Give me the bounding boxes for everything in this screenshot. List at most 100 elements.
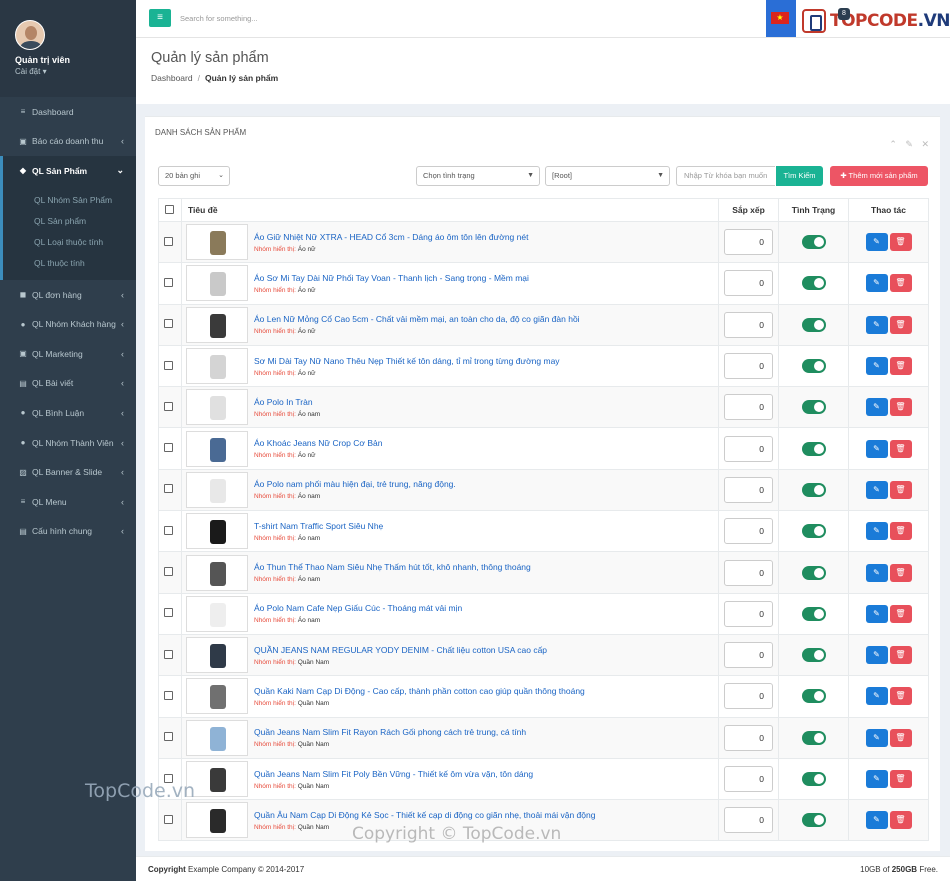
status-toggle[interactable] (801, 772, 826, 786)
edit-button[interactable]: ✎ (865, 398, 888, 417)
row-checkbox[interactable] (164, 608, 173, 618)
status-toggle[interactable] (801, 648, 826, 663)
status-toggle[interactable] (801, 565, 826, 580)
product-name-link[interactable]: Áo Polo In Tràn (254, 397, 320, 407)
row-checkbox[interactable] (164, 814, 173, 824)
edit-button[interactable]: ✎ (865, 522, 888, 541)
product-name-link[interactable]: Quần Kaki Nam Cạp Di Động - Cao cấp, thà… (254, 686, 585, 696)
status-select[interactable]: Chọn tình trạng ▼ (416, 166, 540, 186)
product-name-link[interactable]: Áo Khoác Jeans Nữ Crop Cơ Bản (254, 438, 382, 448)
product-thumbnail[interactable] (186, 430, 248, 467)
product-name-link[interactable]: Quần Âu Nam Cạp Di Động Kẻ Sọc - Thiết k… (254, 810, 595, 820)
delete-button[interactable]: 🗑 (889, 728, 912, 747)
sidebar-item[interactable]: ▣ Báo cáo doanh thu ‹ (0, 127, 136, 157)
product-name-link[interactable]: Áo Polo nam phối màu hiện đại, trẻ trung… (254, 479, 456, 489)
page-size-select[interactable]: 20 bản ghi ⌄ (158, 166, 230, 186)
sidebar-item[interactable]: ● QL Bình Luận ‹ (0, 398, 136, 428)
edit-button[interactable]: ✎ (865, 439, 888, 458)
row-checkbox[interactable] (164, 567, 173, 577)
product-thumbnail[interactable] (186, 224, 248, 261)
delete-button[interactable]: 🗑 (889, 770, 912, 788)
sidebar-item[interactable]: ◼ QL đơn hàng ‹ (0, 280, 136, 310)
product-name-link[interactable]: Quần Jeans Nam Slim Fit Rayon Rách Gối p… (254, 727, 526, 737)
delete-button[interactable]: 🗑 (889, 315, 912, 334)
sidebar-item[interactable]: ≡ QL Menu ‹ (0, 487, 136, 517)
status-toggle[interactable] (801, 689, 826, 704)
row-checkbox[interactable] (164, 732, 173, 742)
edit-button[interactable]: ✎ (865, 315, 888, 334)
column-order[interactable]: Sắp xếp (718, 198, 779, 222)
product-name-link[interactable]: QUẦN JEANS NAM REGULAR YODY DENIM - Chất… (254, 645, 547, 655)
user-settings-dropdown[interactable]: Cài đặt ▾ (15, 67, 136, 76)
edit-button[interactable]: ✎ (865, 728, 888, 747)
language-flag-button[interactable]: ★ (766, 0, 796, 37)
row-checkbox[interactable] (164, 360, 173, 370)
order-input[interactable]: 0 (724, 270, 773, 297)
product-thumbnail[interactable] (186, 719, 248, 756)
edit-button[interactable]: ✎ (865, 770, 888, 788)
status-toggle[interactable] (801, 235, 826, 250)
edit-button[interactable]: ✎ (865, 563, 888, 582)
delete-button[interactable]: 🗑 (889, 439, 912, 458)
product-name-link[interactable]: Áo Giữ Nhiệt Nữ XTRA - HEAD Cổ 3cm - Dán… (254, 232, 528, 242)
delete-button[interactable]: 🗑 (889, 233, 912, 252)
submenu-item[interactable]: QL thuộc tính (3, 253, 136, 274)
status-toggle[interactable] (801, 482, 826, 497)
order-input[interactable]: 0 (724, 394, 773, 421)
delete-button[interactable]: 🗑 (889, 687, 912, 706)
status-toggle[interactable] (801, 813, 826, 828)
order-input[interactable]: 0 (724, 600, 773, 627)
status-toggle[interactable] (801, 730, 826, 745)
product-thumbnail[interactable] (186, 348, 248, 385)
delete-button[interactable]: 🗑 (889, 646, 912, 665)
order-input[interactable]: 0 (724, 559, 773, 586)
sidebar-item[interactable]: ▨ QL Banner & Slide ‹ (0, 457, 136, 487)
sidebar-item[interactable]: ≡ Dashboard (0, 97, 136, 127)
delete-button[interactable]: 🗑 (889, 522, 912, 541)
product-thumbnail[interactable] (186, 389, 248, 426)
product-name-link[interactable]: Áo Polo Nam Cafe Nẹp Giấu Cúc - Thoáng m… (254, 603, 462, 613)
status-toggle[interactable] (801, 441, 826, 456)
order-input[interactable]: 0 (724, 229, 773, 256)
order-input[interactable]: 0 (724, 807, 773, 834)
product-thumbnail[interactable] (186, 554, 248, 591)
product-name-link[interactable]: Áo Sơ Mi Tay Dài Nữ Phối Tay Voan - Than… (254, 273, 529, 283)
delete-button[interactable]: 🗑 (889, 357, 912, 376)
product-thumbnail[interactable] (186, 802, 248, 839)
product-thumbnail[interactable] (186, 761, 248, 797)
keyword-input[interactable]: Nhập Từ khóa bạn muốn (676, 166, 775, 186)
search-input[interactable]: Search for something... (180, 14, 258, 23)
order-input[interactable]: 0 (724, 435, 773, 462)
sidebar-item[interactable]: ● QL Nhóm Khách hàng ‹ (0, 309, 136, 339)
edit-button[interactable]: ✎ (865, 357, 888, 376)
product-thumbnail[interactable] (186, 678, 248, 715)
status-toggle[interactable] (801, 317, 826, 332)
edit-button[interactable]: ✎ (865, 274, 888, 293)
product-name-link[interactable]: T-shirt Nam Traffic Sport Siêu Nhẹ (254, 521, 383, 531)
sidebar-item[interactable]: ▤ QL Bài viết ‹ (0, 369, 136, 399)
search-button[interactable]: Tìm Kiếm (776, 166, 823, 186)
row-checkbox[interactable] (164, 277, 173, 287)
edit-button[interactable]: ✎ (865, 604, 888, 623)
order-input[interactable]: 0 (724, 642, 773, 669)
order-input[interactable]: 0 (724, 353, 773, 380)
delete-button[interactable]: 🗑 (889, 398, 912, 417)
menu-toggle-button[interactable]: ≡ (149, 9, 171, 27)
product-name-link[interactable]: Sơ Mi Dài Tay Nữ Nano Thêu Nẹp Thiết kế … (254, 356, 560, 366)
edit-button[interactable]: ✎ (865, 480, 888, 499)
row-checkbox[interactable] (164, 236, 173, 246)
row-checkbox[interactable] (164, 319, 173, 329)
product-thumbnail[interactable] (186, 637, 248, 674)
product-name-link[interactable]: Áo Thun Thể Thao Nam Siêu Nhẹ Thấm hút t… (254, 562, 531, 572)
status-toggle[interactable] (801, 400, 826, 415)
product-thumbnail[interactable] (186, 595, 248, 632)
status-toggle[interactable] (801, 606, 826, 621)
sidebar-item[interactable]: ▤ Cấu hình chung ‹ (0, 517, 136, 547)
order-input[interactable]: 0 (724, 476, 773, 503)
delete-button[interactable]: 🗑 (889, 563, 912, 582)
product-thumbnail[interactable] (186, 513, 248, 550)
submenu-item[interactable]: QL Sản phẩm (3, 211, 136, 232)
order-input[interactable]: 0 (724, 724, 773, 751)
delete-button[interactable]: 🗑 (889, 480, 912, 499)
status-toggle[interactable] (801, 359, 826, 374)
